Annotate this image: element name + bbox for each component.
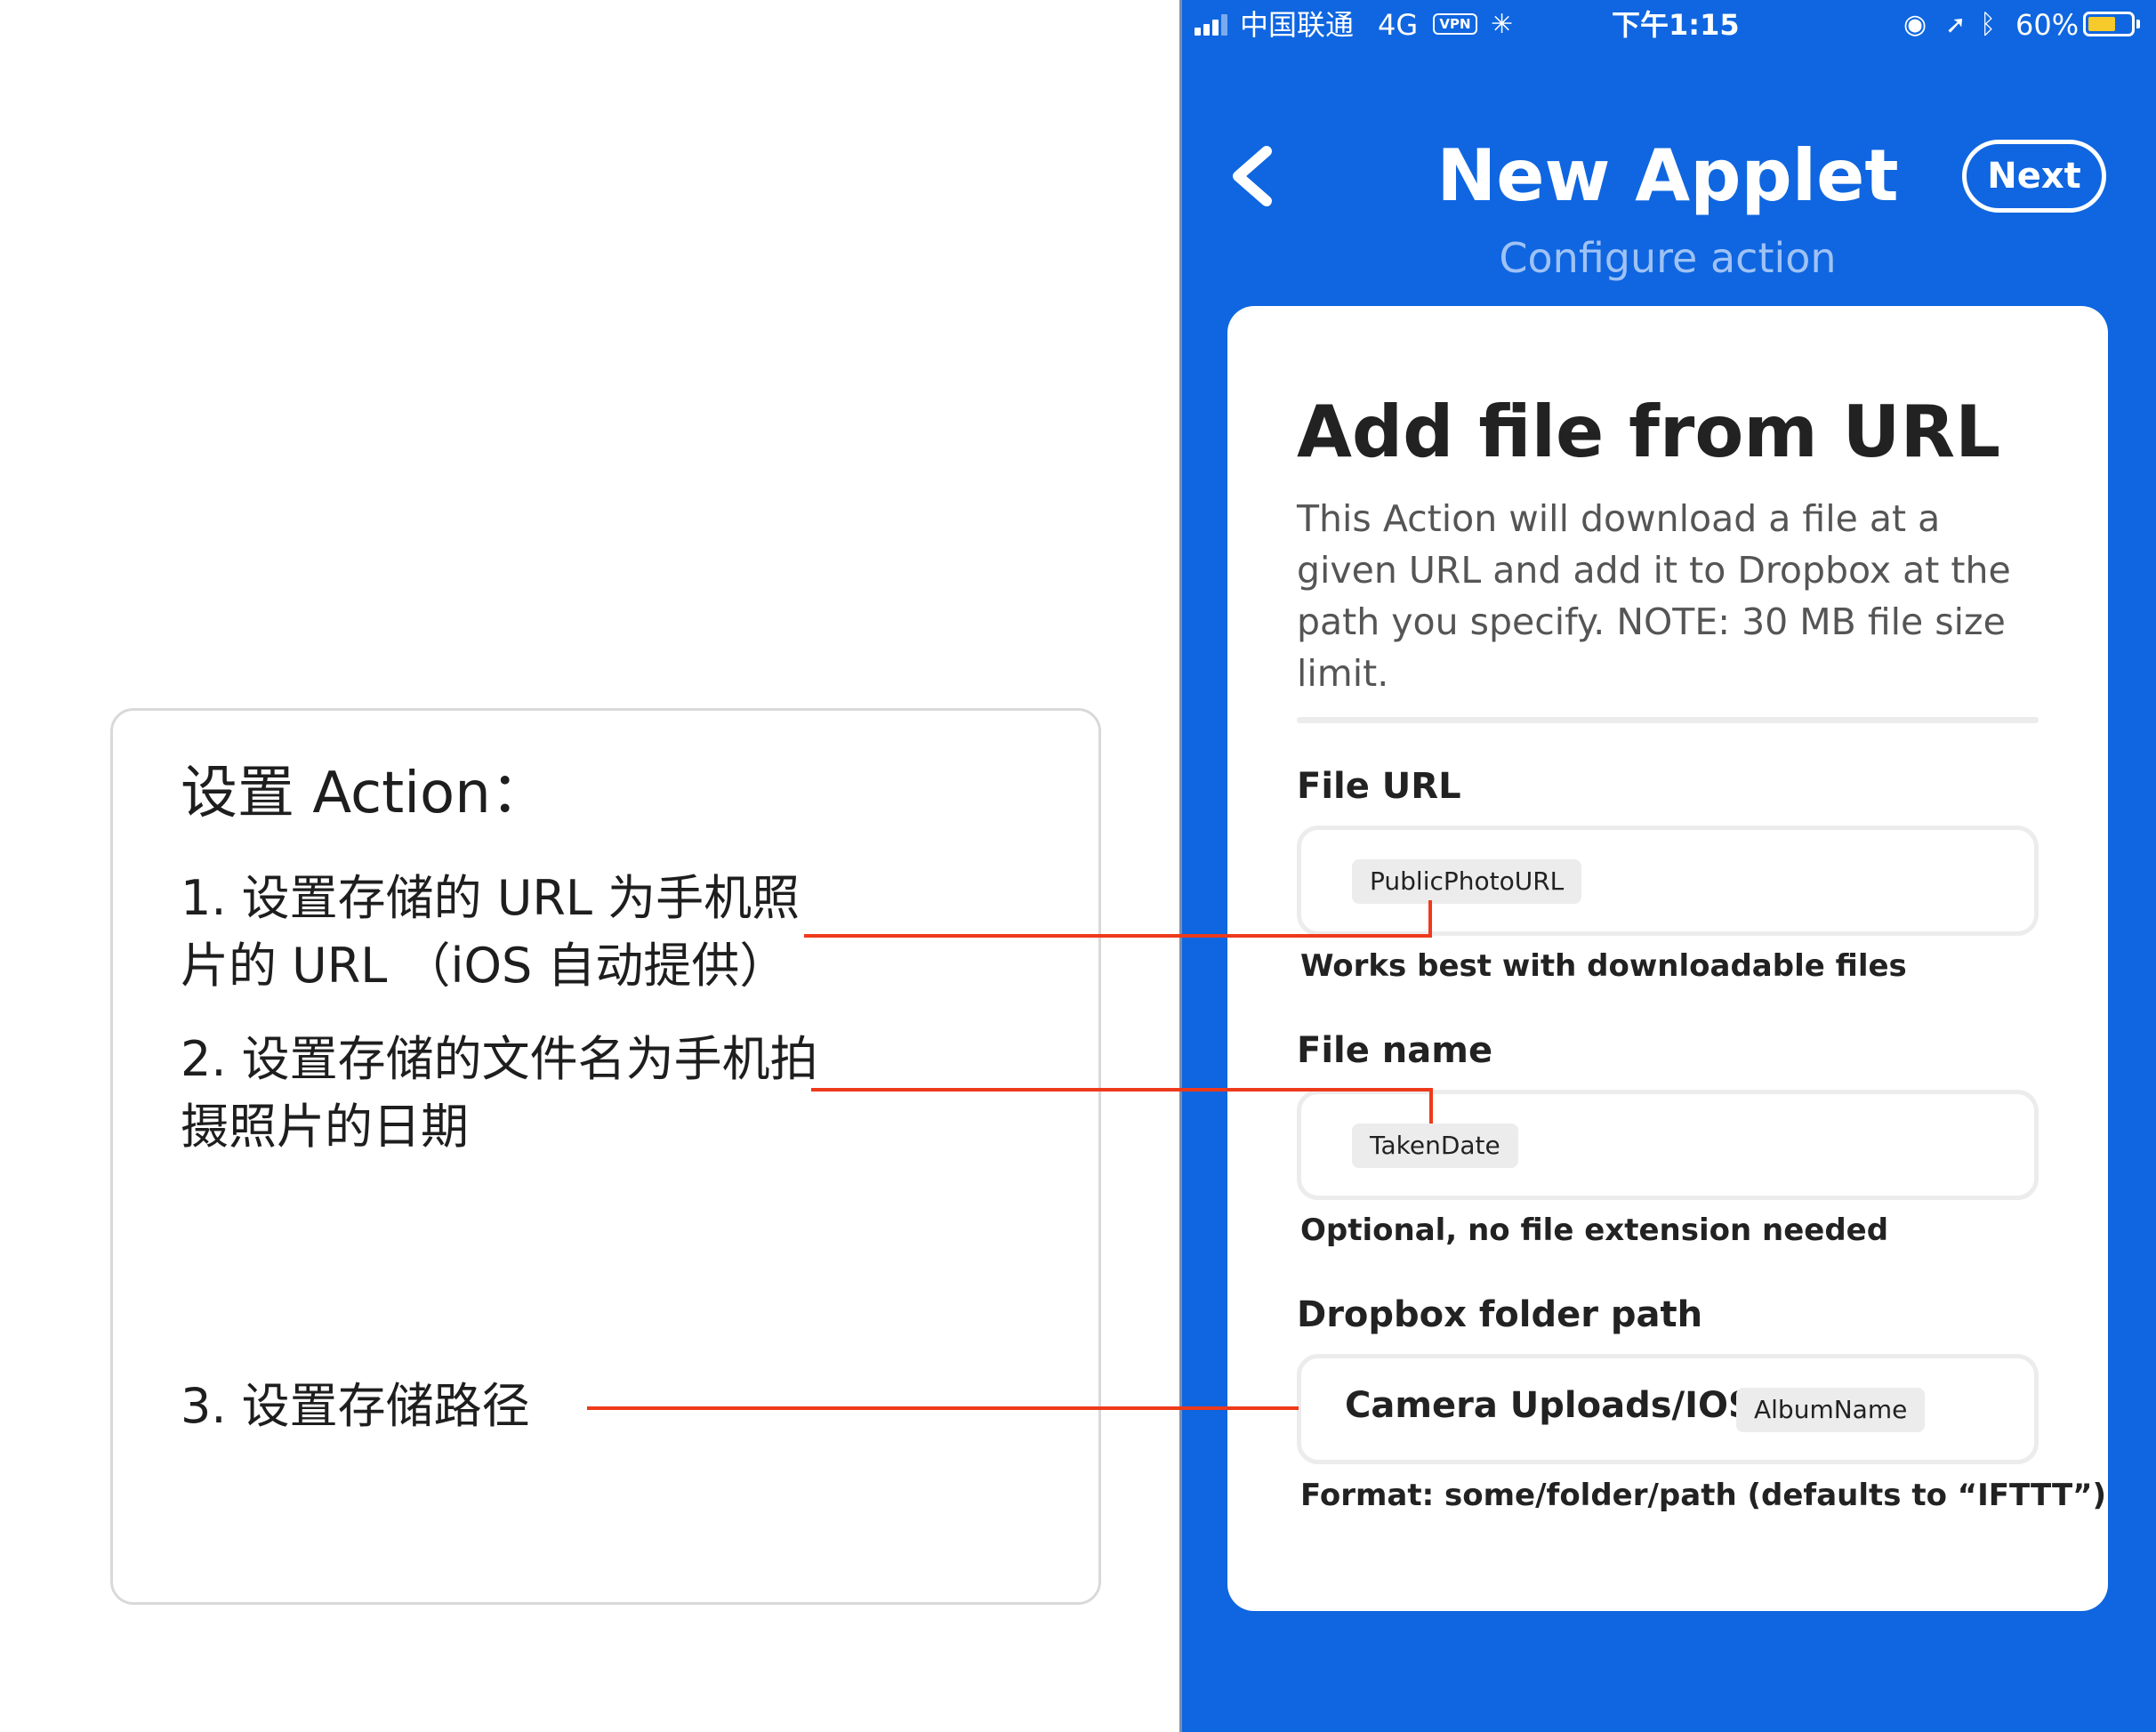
leader-line-3: [587, 1406, 1299, 1410]
location-arrow-icon: ➚: [1945, 10, 1967, 39]
file-name-label: File name: [1297, 1030, 1493, 1071]
network-type: 4G: [1378, 8, 1419, 42]
file-url-label: File URL: [1297, 766, 1461, 807]
bluetooth-icon: ᛒ: [1980, 9, 1996, 40]
next-button[interactable]: Next: [1962, 140, 2106, 213]
rotation-lock-icon: ◉: [1903, 9, 1927, 40]
folder-path-ingredient-pill[interactable]: AlbumName: [1736, 1388, 1926, 1432]
divider: [1297, 717, 2039, 723]
signal-strength-icon: [1195, 14, 1234, 36]
battery-percent: 60%: [2015, 8, 2080, 42]
file-name-ingredient-pill[interactable]: TakenDate: [1352, 1124, 1518, 1168]
folder-path-text[interactable]: Camera Uploads/IOS/: [1345, 1382, 1766, 1429]
annotation-title: 设置 Action：: [181, 761, 548, 826]
back-chevron-icon[interactable]: [1226, 146, 1275, 206]
leader-line-1-tick: [1428, 900, 1432, 938]
file-name-helper: Optional, no file extension needed: [1300, 1212, 1889, 1248]
carrier-name: 中国联通: [1240, 8, 1355, 42]
file-url-helper: Works best with downloadable files: [1300, 948, 1907, 984]
activity-spinner-icon: ✳: [1491, 9, 1514, 40]
leader-line-1: [804, 934, 1431, 938]
annotation-step-1: 1. 设置存储的 URL 为手机照片的 URL （iOS 自动提供）: [181, 870, 800, 994]
page-title: New Applet: [1436, 134, 1899, 217]
folder-path-label: Dropbox folder path: [1297, 1294, 1703, 1335]
vpn-badge: VPN: [1433, 13, 1477, 35]
leader-line-2: [811, 1088, 1433, 1092]
annotation-step-3: 3. 设置存储路径: [181, 1378, 530, 1434]
page-subtitle: Configure action: [1499, 234, 1837, 282]
battery-icon: [2083, 12, 2140, 36]
annotation-step-2: 2. 设置存储的文件名为手机拍摄照片的日期: [181, 1031, 818, 1155]
file-url-ingredient-pill[interactable]: PublicPhotoURL: [1352, 859, 1582, 904]
status-time: 下午1:15: [1612, 8, 1740, 42]
action-description: This Action will download a file at a gi…: [1297, 497, 2011, 695]
action-title: Add file from URL: [1297, 391, 2001, 473]
leader-line-2-tick: [1429, 1088, 1433, 1124]
folder-path-helper: Format: some/folder/path (defaults to “I…: [1300, 1478, 2107, 1513]
